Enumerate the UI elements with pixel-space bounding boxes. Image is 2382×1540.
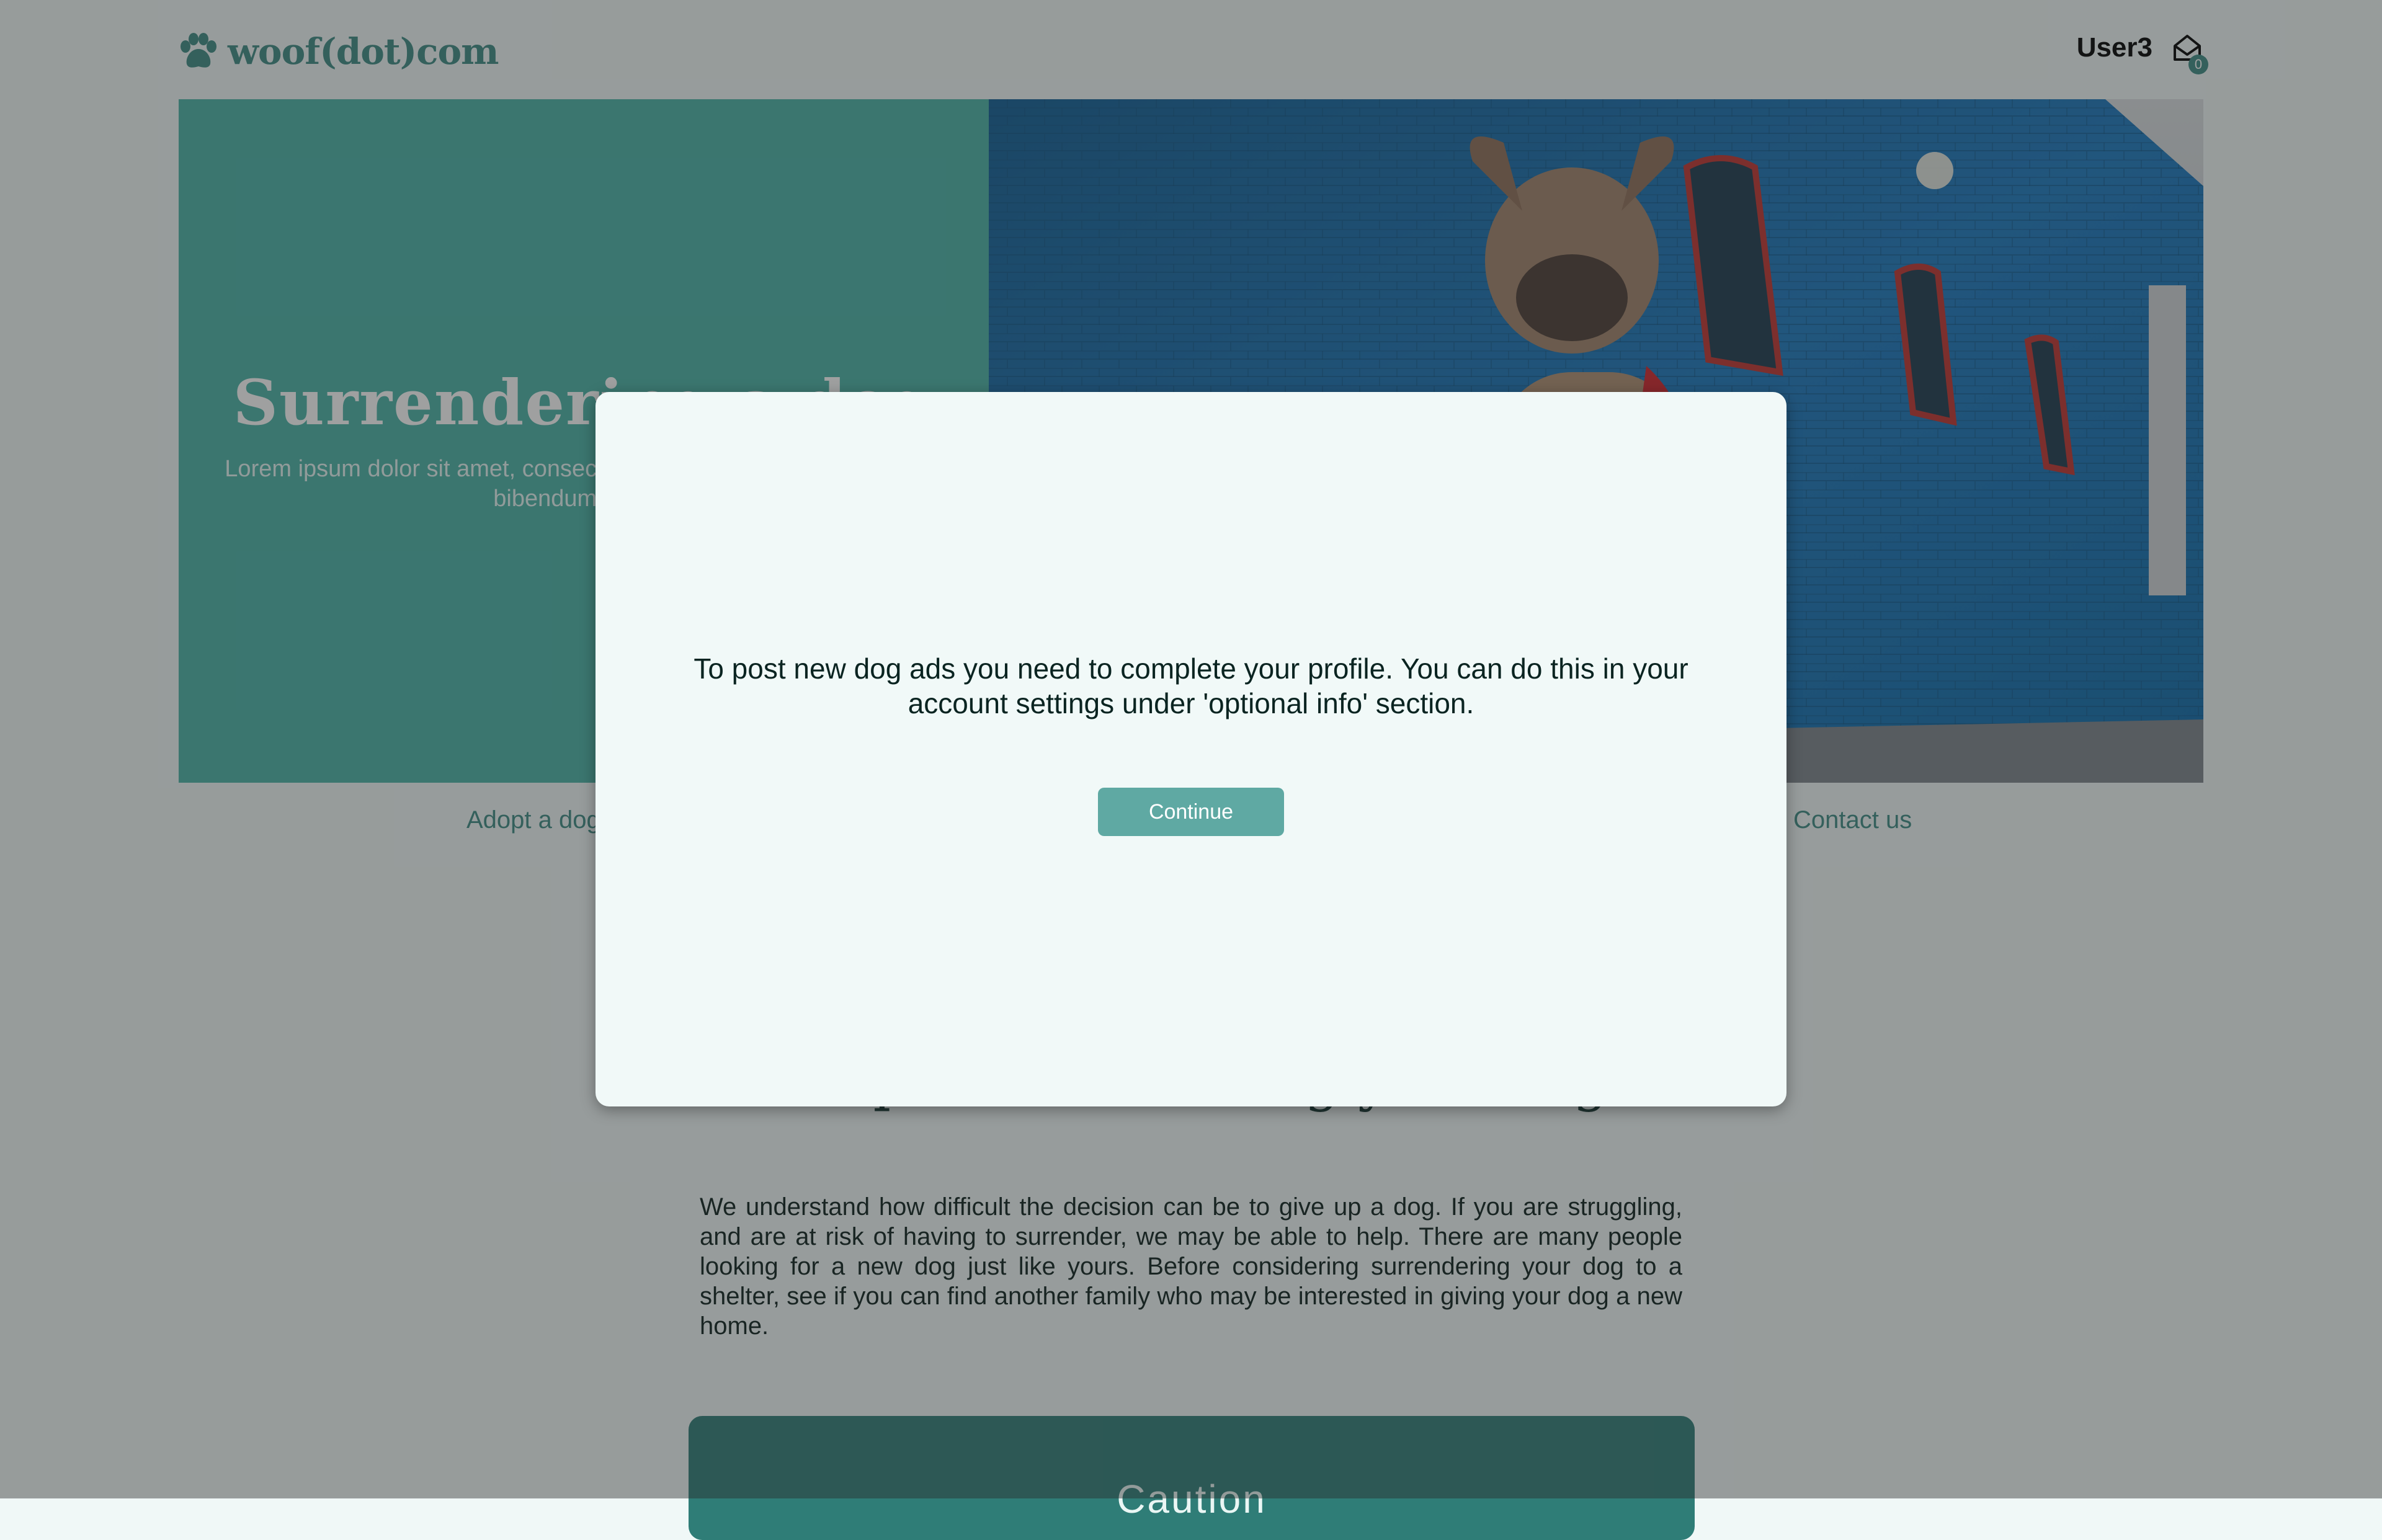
profile-incomplete-dialog: To post new dog ads you need to complete…	[596, 392, 1787, 1106]
continue-button[interactable]: Continue	[1098, 788, 1284, 836]
dialog-message: To post new dog ads you need to complete…	[694, 652, 1688, 719]
